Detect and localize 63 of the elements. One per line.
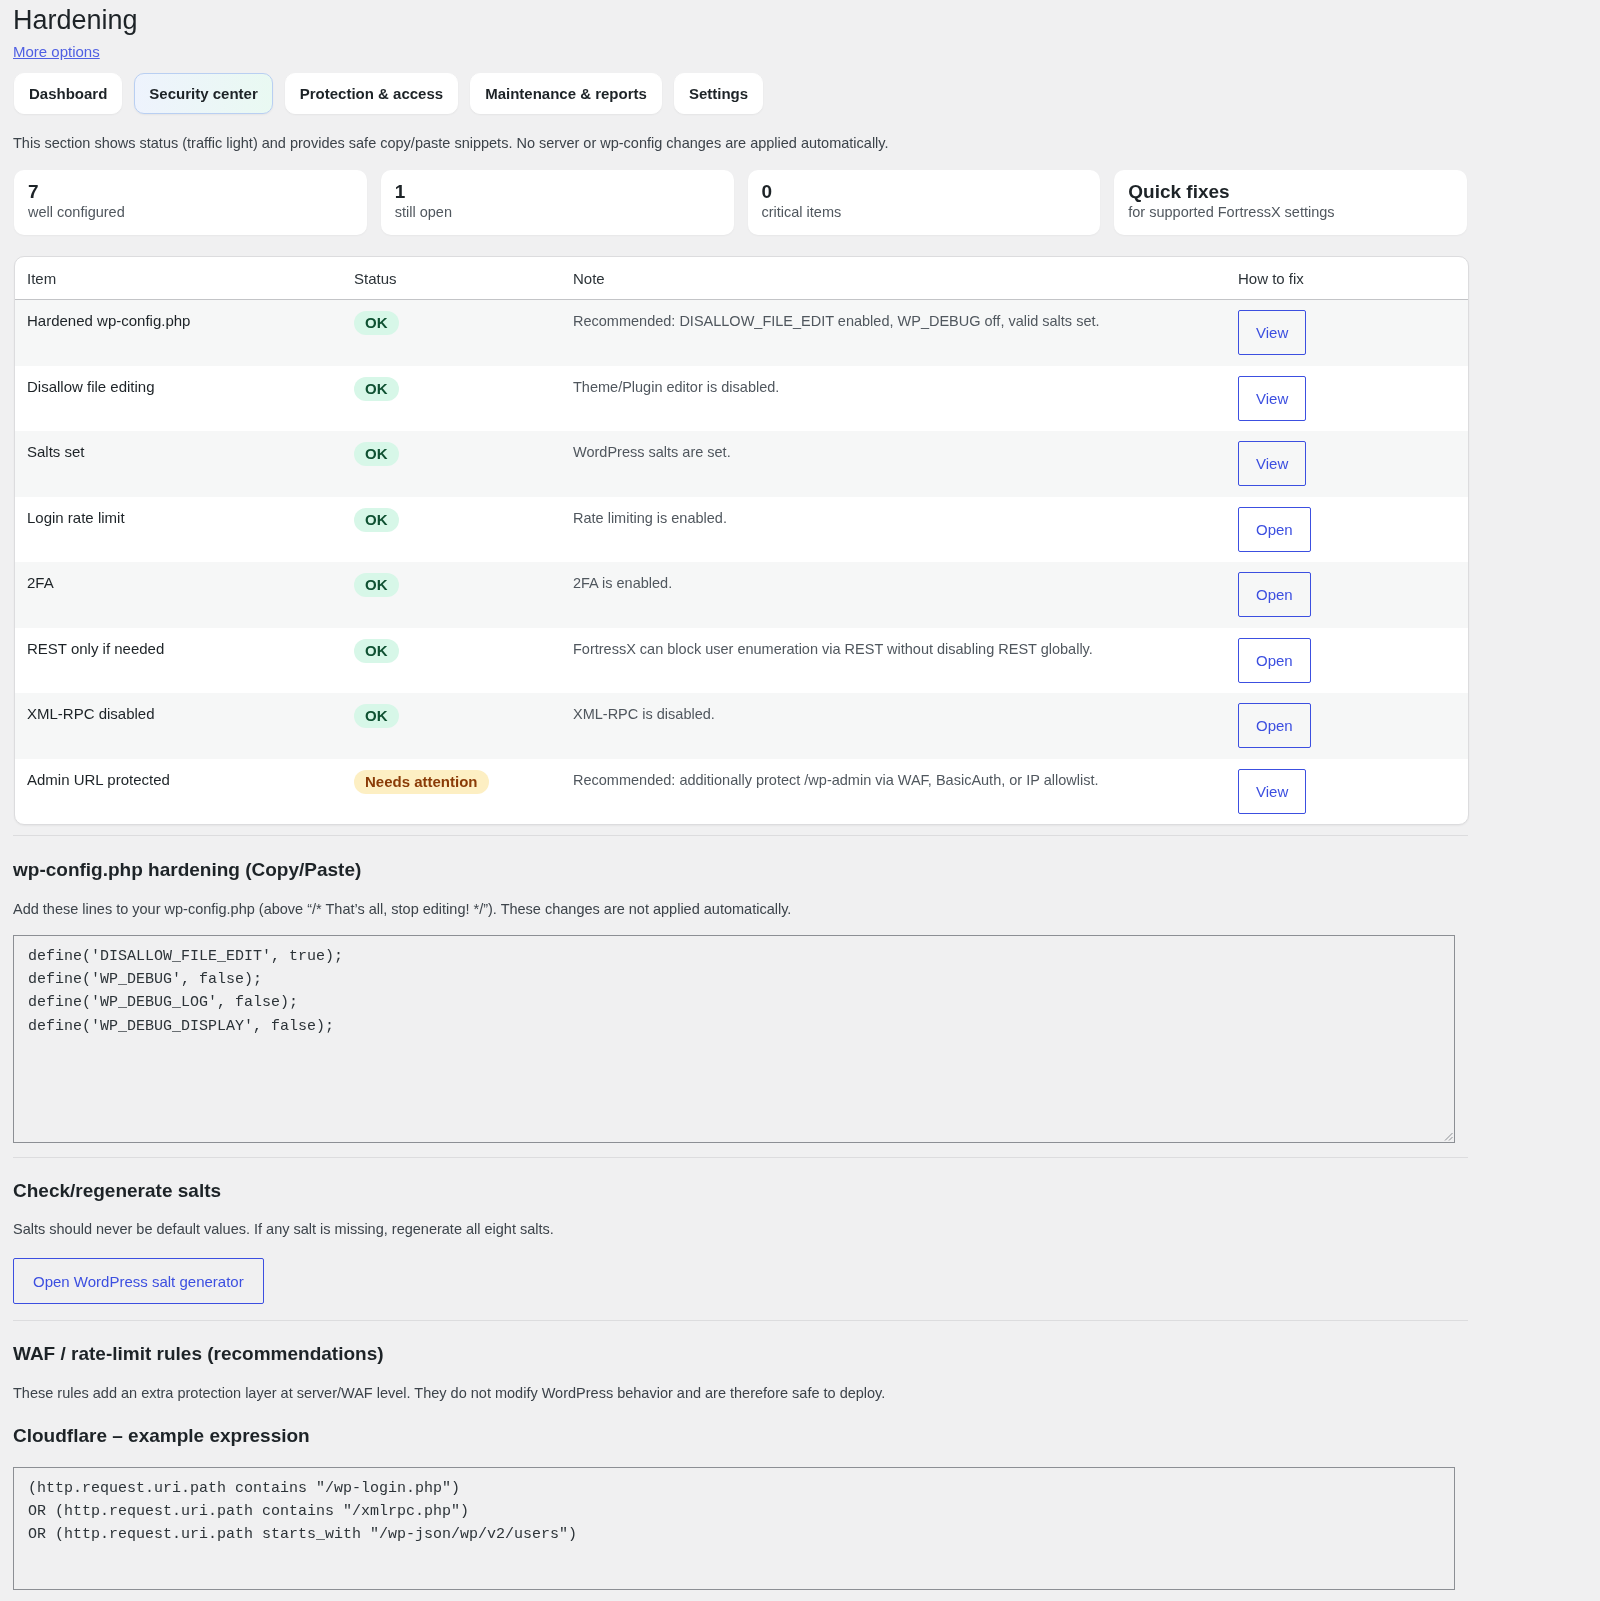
status-badge: OK [354, 376, 399, 401]
note-cell-text: XML-RPC is disabled. [573, 705, 715, 723]
stat-label: well configured [28, 203, 125, 222]
item-cell-text: Disallow file editing [27, 376, 155, 396]
item-cell-text: Admin URL protected [27, 769, 170, 789]
status-badge: OK [354, 442, 399, 466]
status-badge: OK [354, 311, 399, 335]
fix-button[interactable]: Open [1238, 506, 1311, 552]
item-cell-text: Login rate limit [27, 507, 125, 527]
stat-value: 7 [28, 180, 39, 203]
item-cell-text: Salts set [27, 442, 85, 461]
section-heading: wp-config.php hardening (Copy/Paste) [13, 858, 362, 882]
stat-label: critical items [761, 203, 842, 222]
note-cell-text: WordPress salts are set. [573, 443, 731, 461]
note-cell-text: Recommended: DISALLOW_FILE_EDIT enabled, WP_DEBUG off, valid salts set. [573, 312, 1100, 330]
resize-grip-icon[interactable] [1444, 1132, 1453, 1141]
code-textarea[interactable]: (http.request.uri.path contains "/wp-login.php") OR (http.request.uri.path contains "/xmlrpc.php") OR (http.request.uri.path starts_with "/wp-json/wp/v2/users") [13, 1467, 1455, 1590]
nav-tab[interactable]: Dashboard [14, 73, 123, 114]
column-header: How to fix [1237, 269, 1304, 287]
column-header: Status [353, 269, 397, 287]
fix-button[interactable]: View [1238, 375, 1307, 421]
item-cell-text: Hardened wp-config.php [27, 311, 191, 330]
stat-label: for supported FortressX settings [1128, 203, 1335, 222]
section-heading: WAF / rate-limit rules (recommendations) [13, 1342, 384, 1366]
stat-value: 0 [761, 180, 773, 203]
status-badge: Needs attention [354, 769, 489, 794]
more-options-link[interactable]: More options [13, 42, 100, 61]
status-badge: OK [354, 704, 399, 728]
note-cell-text: Theme/Plugin editor is disabled. [573, 377, 780, 396]
section-text: Add these lines to your wp-config.php (above “/* That’s all, stop editing! */”). These changes are not applied automatically. [13, 900, 792, 919]
intro-text: This section shows status (traffic light) and provides safe copy/paste snippets. No server or wp-config changes are applied automatically. [13, 134, 889, 153]
nav-tab[interactable]: Settings [673, 73, 764, 114]
nav-tab[interactable]: Protection & access [284, 73, 459, 114]
stat-value: 1 [394, 180, 406, 203]
code-textarea[interactable]: define('DISALLOW_FILE_EDIT', true); define('WP_DEBUG', false); define('WP_DEBUG_LOG', false); define('WP_DEBUG_DISPLAY', false); [13, 935, 1455, 1143]
section-text: Salts should never be default values. If any salt is missing, regenerate all eight salts. [13, 1220, 554, 1239]
fix-button[interactable]: View [1238, 441, 1307, 486]
fix-button[interactable]: Open [1238, 572, 1311, 617]
note-cell-text: Recommended: additionally protect /wp-admin via WAF, BasicAuth, or IP allowlist. [573, 770, 1099, 789]
note-cell-text: Rate limiting is enabled. [573, 508, 727, 527]
column-header: Item [26, 269, 57, 287]
salt-generator-button[interactable]: Open WordPress salt generator [13, 1258, 264, 1304]
note-cell-text: 2FA is enabled. [573, 574, 673, 592]
section-text: These rules add an extra protection layer at server/WAF level. They do not modify WordPress behavior and are therefore safe to deploy. [13, 1384, 886, 1403]
column-header: Note [572, 269, 605, 287]
section-heading: Check/regenerate salts [13, 1179, 222, 1203]
nav-tab[interactable]: Maintenance & reports [470, 73, 662, 114]
item-cell-text: 2FA [27, 573, 54, 592]
item-cell-text: REST only if needed [27, 638, 165, 658]
fix-button[interactable]: View [1238, 768, 1307, 814]
fix-button[interactable]: Open [1238, 637, 1311, 683]
page-title: Hardening [13, 4, 138, 37]
stat-value: Quick fixes [1128, 180, 1230, 203]
subsection-heading: Cloudflare – example expression [13, 1424, 310, 1448]
status-badge: OK [354, 638, 399, 663]
status-badge: OK [354, 573, 399, 597]
note-cell-text: FortressX can block user enumeration via REST without disabling REST globally. [573, 639, 1093, 658]
item-cell-text: XML-RPC disabled [27, 704, 155, 723]
fix-button[interactable]: View [1238, 310, 1307, 355]
nav-tab[interactable]: Security center [134, 73, 273, 114]
status-badge: OK [354, 507, 399, 532]
fix-button[interactable]: Open [1238, 703, 1311, 748]
stat-label: still open [394, 203, 452, 222]
